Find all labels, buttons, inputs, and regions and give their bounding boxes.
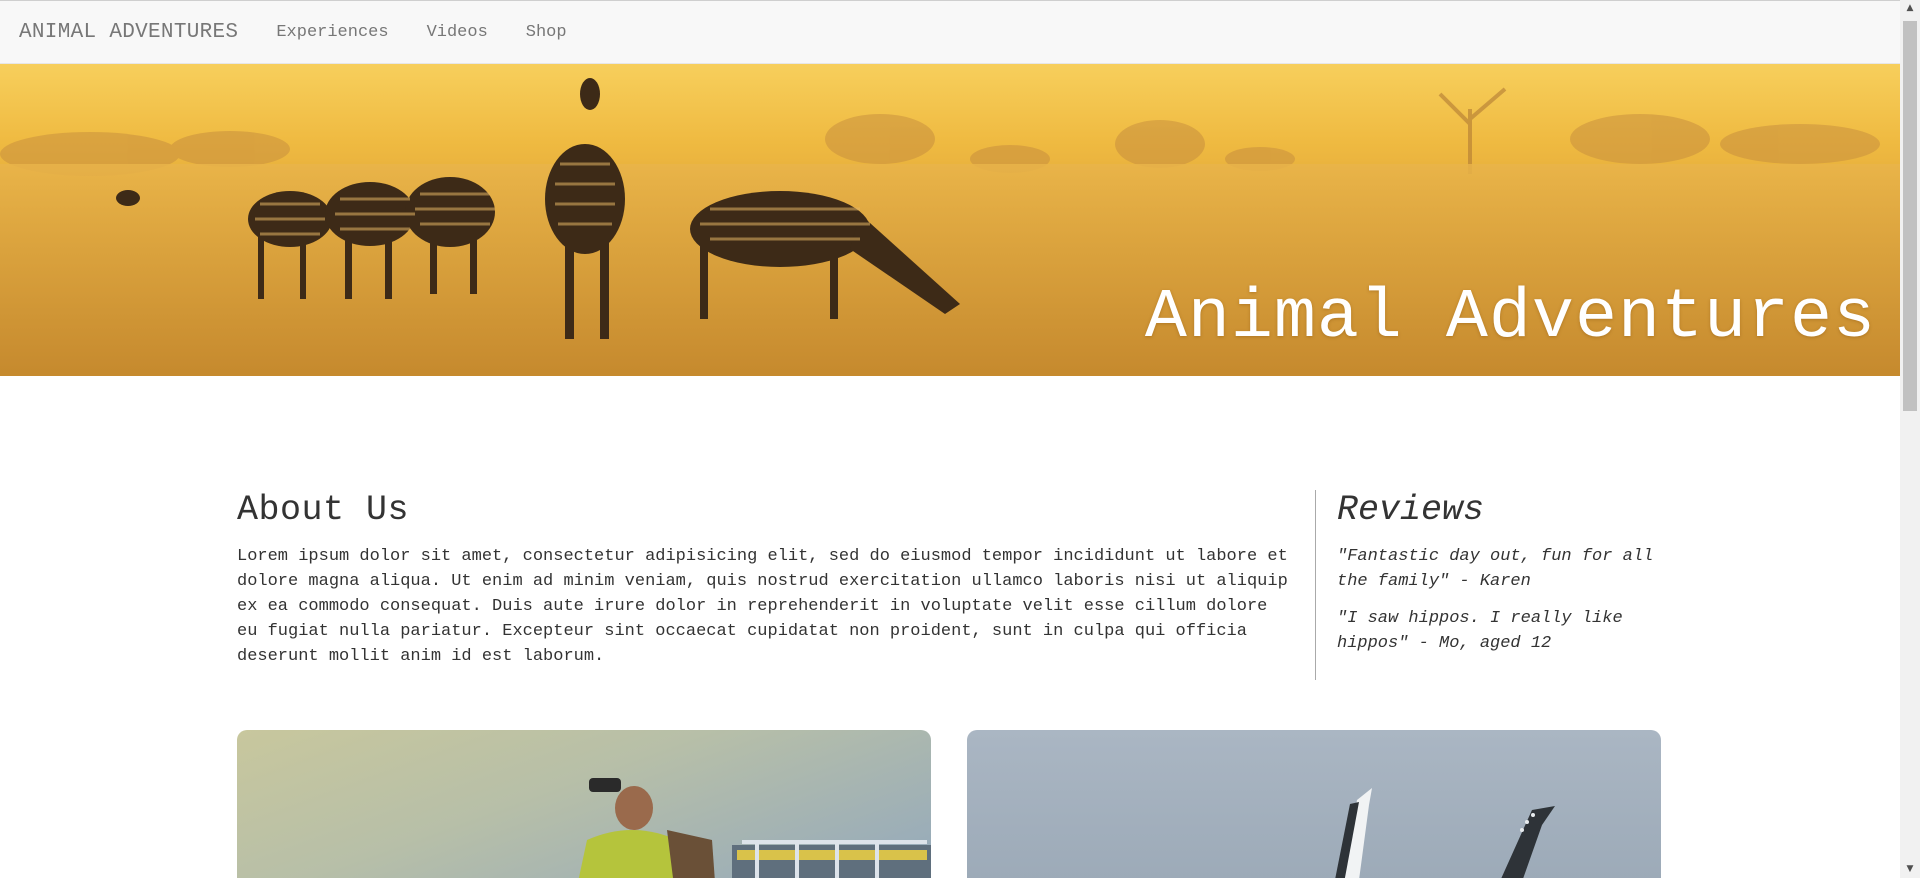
reviews-heading: Reviews	[1337, 490, 1485, 530]
hero-title: Animal Adventures	[1144, 279, 1876, 358]
review-item: "I saw hippos. I really like hippos" - M…	[1337, 609, 1623, 653]
scroll-down-arrow-icon[interactable]: ▼	[1900, 861, 1920, 878]
review-item: "Fantastic day out, fun for all the fami…	[1337, 547, 1654, 591]
vertical-scrollbar[interactable]: ▲ ▼	[1900, 0, 1920, 878]
nav-link-videos[interactable]: Videos	[427, 23, 488, 42]
section-divider	[1315, 490, 1316, 680]
about-section: About Us Lorem ipsum dolor sit amet, con…	[237, 490, 1297, 669]
page: ANIMAL ADVENTURES Experiences Videos Sho…	[0, 0, 1900, 878]
nav-link-experiences[interactable]: Experiences	[276, 23, 388, 42]
nav-link-shop[interactable]: Shop	[526, 23, 567, 42]
card-safari-image	[237, 730, 931, 878]
safari-photo	[578, 778, 931, 878]
about-body: Lorem ipsum dolor sit amet, consectetur …	[237, 547, 1288, 666]
scroll-thumb[interactable]	[1903, 21, 1917, 411]
scroll-up-arrow-icon[interactable]: ▲	[1900, 0, 1920, 17]
hero-banner: Animal Adventures	[0, 64, 1900, 376]
whale-photo	[1335, 788, 1555, 878]
about-heading: About Us	[237, 490, 410, 530]
brand-link[interactable]: ANIMAL ADVENTURES	[19, 21, 238, 44]
reviews-section: Reviews "Fantastic day out, fun for all …	[1337, 490, 1672, 656]
navbar: ANIMAL ADVENTURES Experiences Videos Sho…	[0, 0, 1900, 64]
card-whale-image	[967, 730, 1661, 878]
